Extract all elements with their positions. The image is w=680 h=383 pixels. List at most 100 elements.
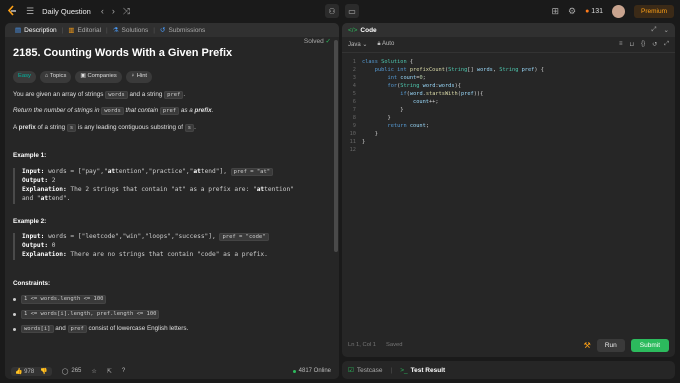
hint-chip[interactable]: ♀ Hint: [125, 70, 153, 83]
code-line: 8 }: [352, 115, 391, 121]
comment-icon: ◯: [61, 368, 69, 375]
thumbs-up-icon: 👍: [15, 368, 23, 375]
book-icon: ▥: [68, 27, 75, 34]
solved-status: Solved ✓: [303, 38, 331, 45]
constraints-heading: Constraints:: [13, 280, 51, 288]
bullet-icon: [13, 313, 16, 317]
chevron-down-icon[interactable]: ⌄: [664, 26, 669, 34]
shuffle-icon[interactable]: ⤨: [123, 6, 130, 16]
leetcode-logo-icon[interactable]: [6, 5, 18, 17]
notes-icon[interactable]: ▭: [345, 4, 359, 18]
like-dislike-group: 👍 978 👎: [11, 366, 52, 376]
saved-status: Saved: [386, 342, 403, 348]
difficulty-badge: Easy: [13, 70, 36, 83]
code-line: 9 return count;: [352, 123, 430, 129]
online-dot-icon: [292, 369, 296, 373]
example-1-explanation: Explanation: The 2 strings that contain …: [22, 185, 294, 202]
language-select[interactable]: Java ⌄: [348, 41, 367, 48]
description-panel: ▤ Description | ▥ Editorial | ⚗ Solutions |…: [5, 23, 339, 379]
code-line: 2 public int prefixCount(String[] words,…: [352, 67, 544, 73]
online-count: 4817 Online: [292, 368, 331, 374]
code-header: </> Code ⤢ ⌄: [342, 23, 675, 37]
tab-editorial[interactable]: ▥ Editorial: [63, 26, 106, 35]
submit-button[interactable]: Submit: [630, 338, 669, 352]
tab-testcase[interactable]: ☑ Testcase: [348, 366, 382, 375]
tab-submissions[interactable]: ↺ Submissions: [155, 26, 210, 35]
top-bar: ☰ Daily Question ‹ › ⤨ ⚇ ▭ ⊞ ⚙ ● 131 Prem…: [0, 0, 680, 22]
console-icon[interactable]: ⚒: [584, 341, 591, 350]
maximize-icon[interactable]: ⤢: [651, 26, 656, 34]
testcase-panel: ☑ Testcase | >_ Test Result: [342, 361, 675, 379]
description-footer: 👍 978 👎 ◯ 265 ☆ ⇱ ? 4817 Online: [5, 363, 339, 379]
code-line: 12: [349, 147, 356, 153]
comments-button[interactable]: ◯ 265: [62, 368, 82, 375]
settings-gear-icon[interactable]: ⚙: [568, 6, 576, 16]
problem-content: 2185. Counting Words With a Given Prefix…: [5, 37, 333, 363]
problem-paragraph-2: Return the number of strings in words th…: [13, 107, 214, 116]
like-button[interactable]: 👍 978: [15, 368, 34, 375]
share-icon[interactable]: ⇱: [107, 368, 112, 375]
example-1-box: Input: words = ["pay","attention","pract…: [13, 167, 325, 204]
example-1-heading: Example 1:: [13, 152, 47, 160]
flame-icon: ●: [585, 7, 590, 15]
constraint-item: 1 <= words.length <= 100: [13, 294, 325, 304]
problem-paragraph-3: A prefix of a string s is any leading co…: [13, 123, 196, 132]
example-1-input: Input: words = ["pay","attention","pract…: [22, 167, 325, 177]
format-icon[interactable]: ≡: [619, 41, 623, 48]
example-1-output: Output: 2: [22, 176, 56, 184]
topics-chip[interactable]: ⌂ Topics: [39, 70, 72, 83]
example-2-heading: Example 2:: [13, 217, 47, 225]
example-2-output: Output: 0: [22, 242, 56, 250]
code-line: 1 class Solution {: [352, 59, 414, 65]
code-status-bar: Ln 1, Col 1 Saved ⚒ Run Submit: [342, 333, 675, 357]
code-line: 5 if(word.startsWith(pref)){: [352, 91, 484, 97]
reset-icon[interactable]: ↺: [652, 41, 657, 48]
code-editor[interactable]: 1 class Solution { 2 public int prefixCou…: [342, 55, 675, 333]
tab-description[interactable]: ▤ Description: [10, 26, 62, 35]
daily-question-title[interactable]: Daily Question: [42, 7, 91, 16]
debug-icon[interactable]: ⚇: [325, 4, 339, 18]
example-2-input: Input: words = ["leetcode","win","loops"…: [22, 233, 325, 242]
lock-icon: 🔒︎: [377, 41, 381, 47]
bullet-icon: [13, 328, 16, 332]
tab-divider: |: [390, 366, 393, 374]
description-scrollbar[interactable]: [334, 40, 338, 252]
problem-paragraph-1: You are given an array of strings words …: [13, 90, 186, 99]
code-panel: </> Code ⤢ ⌄ Java ⌄ 🔒︎ Auto ≡ ⊔ {} ↺ ⤢ 1…: [342, 23, 675, 357]
problem-title[interactable]: 2185. Counting Words With a Given Prefix: [13, 46, 325, 61]
streak-counter[interactable]: ● 131: [585, 8, 603, 15]
braces-icon[interactable]: {}: [641, 41, 645, 48]
checkbox-icon: ☑: [348, 367, 354, 374]
prev-problem-icon[interactable]: ‹: [101, 6, 104, 16]
code-line: 6 count++;: [352, 99, 439, 105]
next-problem-icon[interactable]: ›: [112, 6, 115, 16]
code-line: 11}: [349, 139, 366, 145]
bookmark-icon[interactable]: ⊔: [629, 41, 634, 48]
code-title[interactable]: Code: [360, 27, 376, 34]
code-line: 7 }: [352, 107, 404, 113]
document-icon: ▤: [15, 27, 22, 34]
auto-mode-toggle[interactable]: 🔒︎ Auto: [377, 41, 394, 48]
tab-solutions[interactable]: ⚗ Solutions: [108, 26, 154, 35]
example-2-explanation: Explanation: There are no strings that c…: [22, 251, 268, 259]
description-tabs: ▤ Description | ▥ Editorial | ⚗ Solutions |…: [5, 23, 339, 37]
help-icon[interactable]: ?: [122, 368, 125, 374]
problem-list-icon[interactable]: ☰: [26, 6, 34, 16]
bottom-tabs: ☑ Testcase | >_ Test Result: [342, 361, 675, 379]
premium-button[interactable]: Premium: [633, 4, 674, 18]
flask-icon: ⚗: [112, 27, 119, 34]
user-avatar[interactable]: [611, 4, 625, 18]
thumbs-down-icon[interactable]: 👎: [40, 368, 47, 375]
code-bracket-icon: </>: [348, 26, 358, 34]
fullscreen-icon[interactable]: ⤢: [664, 41, 669, 48]
favorite-star-icon[interactable]: ☆: [91, 368, 96, 375]
companies-chip[interactable]: ▣ Companies: [75, 70, 122, 83]
bullet-icon: [13, 297, 16, 301]
layout-icon[interactable]: ⊞: [551, 6, 559, 16]
problem-chips: Easy ⌂ Topics ▣ Companies ♀ Hint: [13, 70, 325, 83]
code-toolbar: Java ⌄ 🔒︎ Auto ≡ ⊔ {} ↺ ⤢: [342, 37, 675, 53]
tab-test-result[interactable]: >_ Test Result: [400, 367, 445, 374]
terminal-icon: >_: [400, 366, 408, 374]
run-button[interactable]: Run: [596, 338, 625, 352]
history-icon: ↺: [160, 27, 166, 34]
